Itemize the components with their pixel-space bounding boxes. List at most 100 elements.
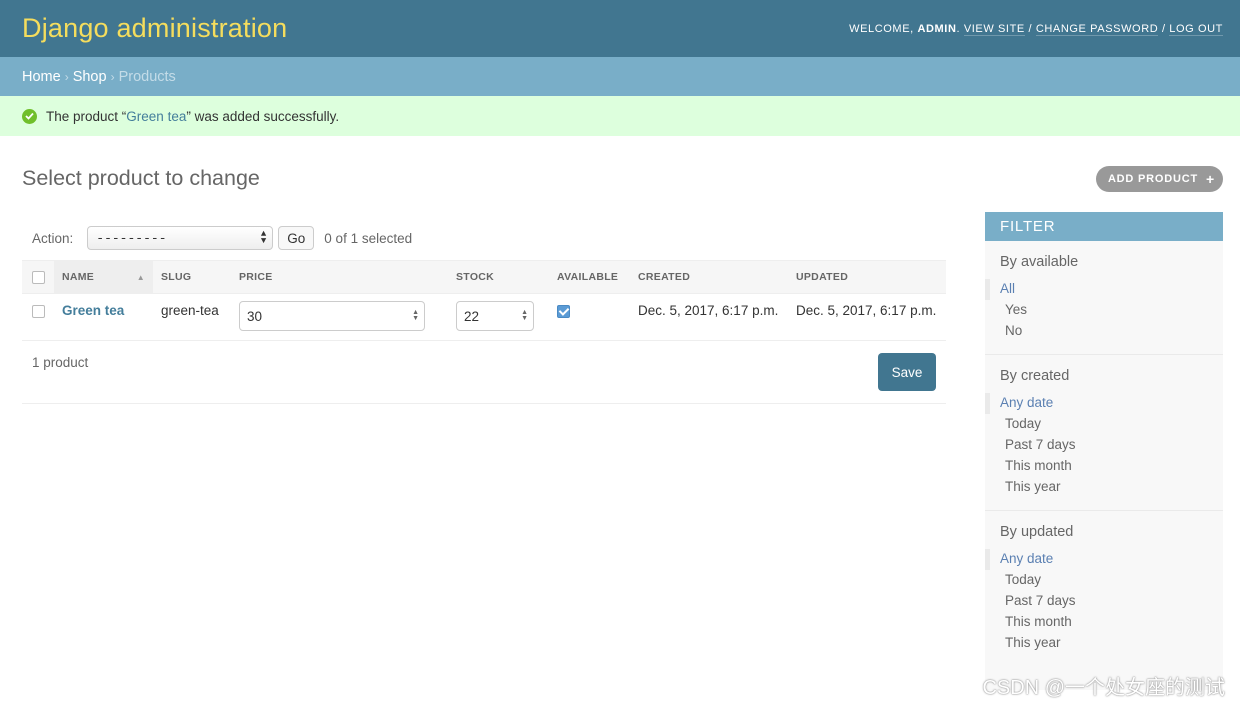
filter-link[interactable]: Yes bbox=[1005, 302, 1027, 317]
filter-link[interactable]: No bbox=[1005, 323, 1022, 338]
column-available[interactable]: Available bbox=[549, 260, 630, 294]
filter-option: Past 7 days bbox=[985, 435, 1223, 456]
filter-link[interactable]: Any date bbox=[1000, 551, 1053, 566]
check-circle-icon bbox=[22, 108, 37, 124]
breadcrumb: Home › Shop › Products bbox=[0, 57, 1240, 96]
filter-option: Yes bbox=[985, 300, 1223, 321]
breadcrumb-separator: › bbox=[110, 69, 115, 84]
changelist: Action: --------- ▲ ▼ Go 0 of 1 selected … bbox=[22, 216, 946, 404]
filter-link[interactable]: This year bbox=[1005, 479, 1061, 494]
cell-updated: Dec. 5, 2017, 6:17 p.m. bbox=[788, 293, 946, 341]
user-tools: Welcome, admin. View site / Change passw… bbox=[849, 22, 1223, 36]
stock-value: 22 bbox=[464, 308, 480, 324]
column-name[interactable]: Name ▲ bbox=[54, 260, 153, 294]
username: admin bbox=[917, 22, 957, 35]
filter-link[interactable]: This year bbox=[1005, 635, 1061, 650]
site-branding[interactable]: Django administration bbox=[22, 13, 287, 44]
cell-name: Green tea bbox=[54, 293, 153, 341]
filter-option: All bbox=[985, 279, 1223, 300]
header: Django administration Welcome, admin. Vi… bbox=[0, 0, 1240, 57]
filter-option: No bbox=[985, 321, 1223, 342]
watermark: CSDN @一个处女座的测试 bbox=[982, 677, 1225, 699]
filter-option: Past 7 days bbox=[985, 591, 1223, 612]
filter-group-updated: By updated Any date Today Past 7 days Th… bbox=[985, 511, 1223, 666]
filter-link[interactable]: Past 7 days bbox=[1005, 593, 1076, 608]
filter-option: Any date bbox=[985, 393, 1223, 414]
column-price[interactable]: Price bbox=[231, 260, 448, 294]
row-checkbox[interactable] bbox=[32, 304, 45, 318]
go-button[interactable]: Go bbox=[278, 226, 315, 250]
cell-slug: green-tea bbox=[153, 293, 231, 341]
column-available-label: Available bbox=[557, 271, 619, 283]
result-count: 1 product bbox=[32, 355, 89, 370]
sort-ascending-icon[interactable]: ▲ bbox=[137, 273, 145, 282]
log-out-link[interactable]: Log out bbox=[1169, 22, 1223, 36]
filter-option: Today bbox=[985, 414, 1223, 435]
actions-bar: Action: --------- ▲ ▼ Go 0 of 1 selected bbox=[22, 216, 946, 260]
add-product-label: Add product bbox=[1107, 173, 1199, 185]
filter-group-created: By created Any date Today Past 7 days Th… bbox=[985, 355, 1223, 511]
column-stock[interactable]: Stock bbox=[448, 260, 549, 294]
cell-available bbox=[549, 293, 630, 341]
change-password-link[interactable]: Change password bbox=[1035, 22, 1159, 36]
filter-link[interactable]: This month bbox=[1005, 614, 1072, 629]
select-arrows-icon: ▲ ▼ bbox=[260, 229, 267, 246]
filter-panel: Filter By available All Yes No By create… bbox=[985, 212, 1223, 690]
price-value: 30 bbox=[247, 308, 263, 324]
action-select[interactable]: --------- ▲ ▼ bbox=[87, 226, 274, 250]
filter-option: This year bbox=[985, 477, 1223, 498]
message-product-link[interactable]: Green tea bbox=[126, 109, 186, 124]
column-updated[interactable]: Updated bbox=[788, 260, 946, 294]
stepper-icon[interactable]: ▲ ▼ bbox=[521, 309, 528, 322]
column-created[interactable]: Created bbox=[630, 260, 788, 294]
product-name-link[interactable]: Green tea bbox=[62, 303, 124, 318]
view-site-link[interactable]: View site bbox=[963, 22, 1025, 36]
column-stock-label: Stock bbox=[456, 271, 495, 283]
breadcrumb-home[interactable]: Home bbox=[22, 69, 61, 85]
success-message: The product “Green tea” was added succes… bbox=[0, 96, 1240, 136]
cell-stock: 22 ▲ ▼ bbox=[448, 293, 549, 341]
filter-option: This month bbox=[985, 612, 1223, 633]
save-button[interactable]: Save bbox=[878, 353, 936, 391]
filter-group-title: By updated bbox=[1000, 524, 1074, 540]
breadcrumb-current: Products bbox=[118, 68, 176, 85]
filter-option: This year bbox=[985, 633, 1223, 654]
filter-groups: By available All Yes No By created Any d… bbox=[985, 241, 1223, 666]
action-label: Action: bbox=[32, 230, 74, 246]
table-row: Green tea green-tea 30 ▲ ▼ 22 ▲ ▼ Dec. 5… bbox=[22, 293, 946, 341]
message-prefix: The product “ bbox=[46, 108, 127, 124]
column-slug[interactable]: Slug bbox=[153, 260, 231, 294]
select-all-checkbox[interactable] bbox=[32, 270, 45, 284]
column-name-label: Name bbox=[62, 271, 95, 283]
price-input[interactable]: 30 ▲ ▼ bbox=[239, 301, 425, 331]
add-product-button[interactable]: Add product + bbox=[1095, 166, 1223, 192]
breadcrumb-separator: › bbox=[64, 69, 69, 84]
stepper-icon[interactable]: ▲ ▼ bbox=[412, 309, 419, 322]
welcome-text: Welcome, bbox=[849, 22, 914, 35]
filter-link[interactable]: Past 7 days bbox=[1005, 437, 1076, 452]
filter-group-title: By available bbox=[1000, 254, 1079, 270]
filter-link[interactable]: Any date bbox=[1000, 395, 1053, 410]
column-price-label: Price bbox=[239, 271, 273, 283]
filter-title: Filter bbox=[985, 212, 1223, 241]
breadcrumb-shop[interactable]: Shop bbox=[73, 69, 107, 85]
available-checkbox[interactable] bbox=[557, 304, 570, 318]
select-all-header bbox=[22, 260, 54, 294]
message-suffix: ” was added successfully. bbox=[186, 108, 340, 124]
column-slug-label: Slug bbox=[161, 271, 192, 283]
filter-link[interactable]: Today bbox=[1005, 416, 1041, 431]
filter-group-title: By created bbox=[1000, 368, 1070, 384]
separator: / bbox=[1161, 22, 1166, 35]
row-select-cell bbox=[22, 293, 54, 341]
filter-option: Today bbox=[985, 570, 1223, 591]
stock-input[interactable]: 22 ▲ ▼ bbox=[456, 301, 534, 331]
column-created-label: Created bbox=[638, 271, 691, 283]
filter-link[interactable]: This month bbox=[1005, 458, 1072, 473]
selected-count: 0 of 1 selected bbox=[324, 230, 413, 246]
filter-group-available: By available All Yes No bbox=[985, 241, 1223, 355]
filter-link[interactable]: Today bbox=[1005, 572, 1041, 587]
action-select-value: --------- bbox=[96, 230, 167, 246]
filter-link[interactable]: All bbox=[1000, 281, 1015, 296]
result-table: Name ▲ Slug Price Stock Available Create… bbox=[22, 260, 946, 341]
cell-created: Dec. 5, 2017, 6:17 p.m. bbox=[630, 293, 788, 341]
